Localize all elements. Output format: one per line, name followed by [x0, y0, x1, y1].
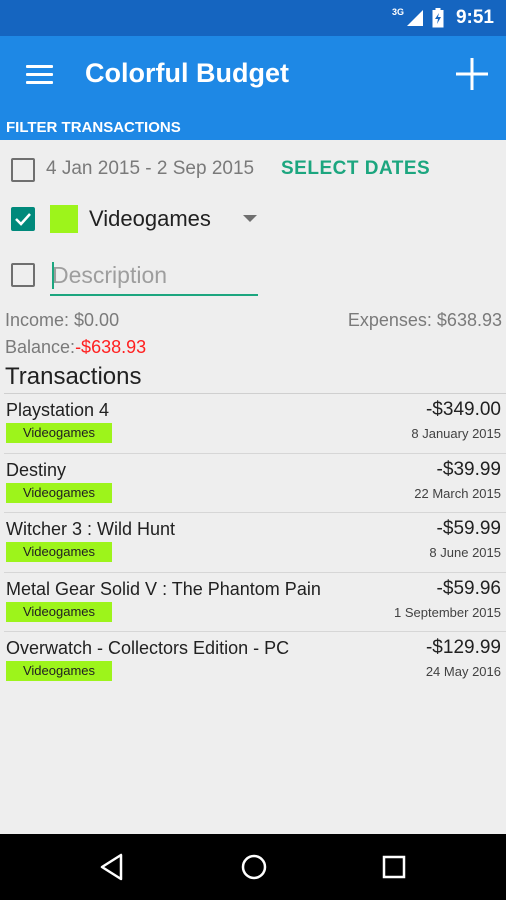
transaction-date: 22 March 2015 [414, 485, 501, 501]
recents-icon[interactable] [378, 851, 410, 883]
transaction-date: 24 May 2016 [425, 664, 501, 679]
home-icon[interactable] [238, 851, 270, 883]
category-select[interactable]: Videogames [89, 206, 211, 232]
transaction-amount: -$59.96 [436, 577, 501, 599]
transaction-name: Destiny [6, 459, 67, 480]
balance-value: -$638.93 [75, 337, 147, 357]
category-color-swatch [50, 205, 78, 233]
transaction-amount: -$129.99 [425, 637, 501, 658]
back-icon[interactable] [97, 851, 129, 883]
filter-header: FILTER TRANSACTIONS [0, 116, 506, 140]
status-time: 9:51 [455, 7, 494, 28]
filter-header-label: FILTER TRANSACTIONS [6, 119, 181, 136]
transaction-amount: -$59.99 [436, 518, 501, 539]
description-input[interactable] [50, 256, 258, 296]
expenses-summary: Expenses: $638.93 [347, 310, 502, 330]
transaction-date: 1 September 2015 [394, 604, 501, 620]
dropdown-arrow-icon[interactable] [243, 215, 257, 222]
network-type-label: 3G [391, 7, 404, 17]
description-filter-checkbox[interactable] [11, 263, 35, 287]
transaction-row[interactable]: Playstation 4 -$349.00 Videogames 8 Janu… [4, 394, 506, 454]
transactions-title: Transactions [5, 363, 142, 390]
balance-summary: Balance:-$638.93 [5, 337, 146, 358]
text-cursor [52, 262, 54, 289]
category-tag: Videogames [6, 601, 112, 622]
transaction-date: 8 January 2015 [411, 426, 501, 441]
transaction-row[interactable]: Witcher 3 : Wild Hunt -$59.99 Videogames… [4, 513, 506, 573]
navigation-bar [0, 834, 506, 900]
transactions-list: Playstation 4 -$349.00 Videogames 8 Janu… [0, 394, 506, 692]
battery-charging-icon [432, 8, 444, 28]
category-tag: Videogames [6, 542, 112, 562]
date-filter-checkbox[interactable] [11, 158, 35, 182]
transaction-name: Witcher 3 : Wild Hunt [6, 519, 176, 539]
select-dates-button[interactable]: SELECT DATES [281, 158, 430, 180]
category-filter-checkbox[interactable] [11, 207, 35, 231]
balance-label: Balance: [5, 337, 76, 357]
add-icon[interactable] [454, 56, 490, 92]
transaction-name: Metal Gear Solid V : The Phantom Pain [6, 578, 321, 599]
transaction-name: Overwatch - Collectors Edition - PC [6, 638, 290, 658]
status-bar-icons: 3G 9:51 [392, 0, 494, 36]
category-tag: Videogames [6, 482, 112, 503]
transaction-date: 8 June 2015 [429, 545, 501, 560]
transaction-amount: -$349.00 [425, 399, 501, 420]
signal-icon [406, 10, 423, 26]
app-bar: Colorful Budget [0, 36, 506, 116]
transaction-amount: -$39.99 [436, 458, 501, 480]
income-summary: Income: $0.00 [5, 310, 120, 330]
status-bar: 3G 9:51 [0, 0, 506, 36]
transaction-row[interactable]: Destiny -$39.99 Videogames 22 March 2015 [4, 454, 506, 513]
transaction-row[interactable]: Overwatch - Collectors Edition - PC -$12… [4, 632, 506, 692]
transaction-row[interactable]: Metal Gear Solid V : The Phantom Pain -$… [4, 573, 506, 632]
category-tag: Videogames [6, 423, 112, 443]
category-tag: Videogames [6, 661, 112, 681]
transaction-name: Playstation 4 [6, 400, 110, 420]
app-title: Colorful Budget [85, 58, 289, 88]
date-range-text: 4 Jan 2015 - 2 Sep 2015 [46, 158, 255, 179]
menu-icon[interactable] [26, 65, 53, 85]
checkmark-icon [15, 213, 31, 226]
